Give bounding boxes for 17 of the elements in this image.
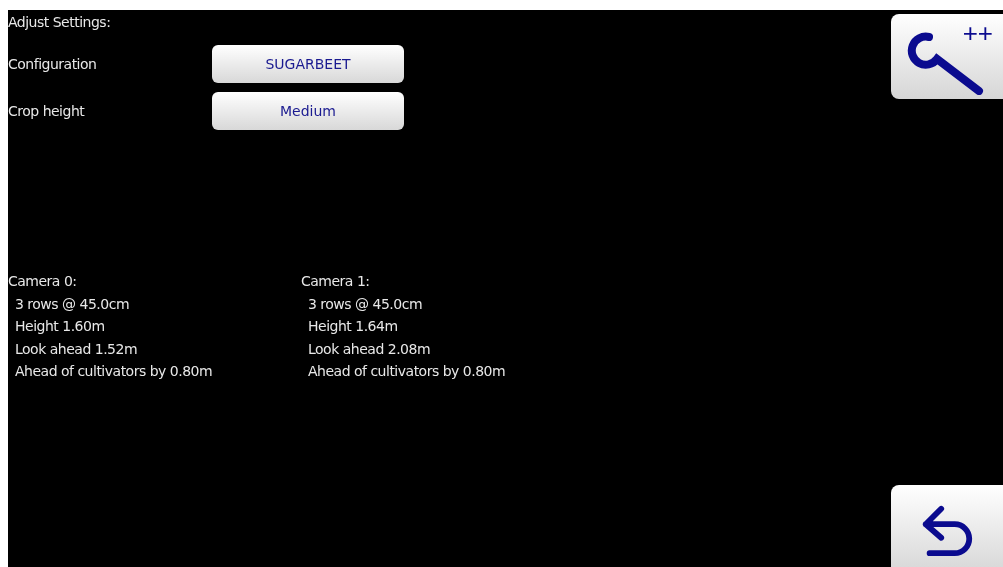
camera-title: Camera 0: <box>8 272 78 291</box>
camera-info: Height 1.60m <box>14 317 106 336</box>
setting-label: Crop height <box>8 102 86 119</box>
setting-button[interactable]: SUGARBEET <box>212 44 404 83</box>
setting-button[interactable]: Medium <box>212 91 404 130</box>
camera-info: 3 rows @ 45.0cm <box>307 294 424 314</box>
advanced-settings-button[interactable]: ++ <box>891 14 1003 99</box>
setting-label: Configuration <box>8 55 98 72</box>
camera-info: Height 1.64m <box>307 317 399 336</box>
camera-info: Ahead of cultivators by 0.80m <box>307 362 507 381</box>
camera-info: Look ahead 1.52m <box>14 339 139 359</box>
back-button[interactable] <box>891 485 1003 567</box>
camera-info: Ahead of cultivators by 0.80m <box>14 362 214 381</box>
camera-title: Camera 1: <box>301 272 371 291</box>
camera-info: 3 rows @ 45.0cm <box>14 294 131 314</box>
camera-info: Look ahead 2.08m <box>307 339 432 359</box>
page-title: Adjust Settings: <box>8 14 112 32</box>
